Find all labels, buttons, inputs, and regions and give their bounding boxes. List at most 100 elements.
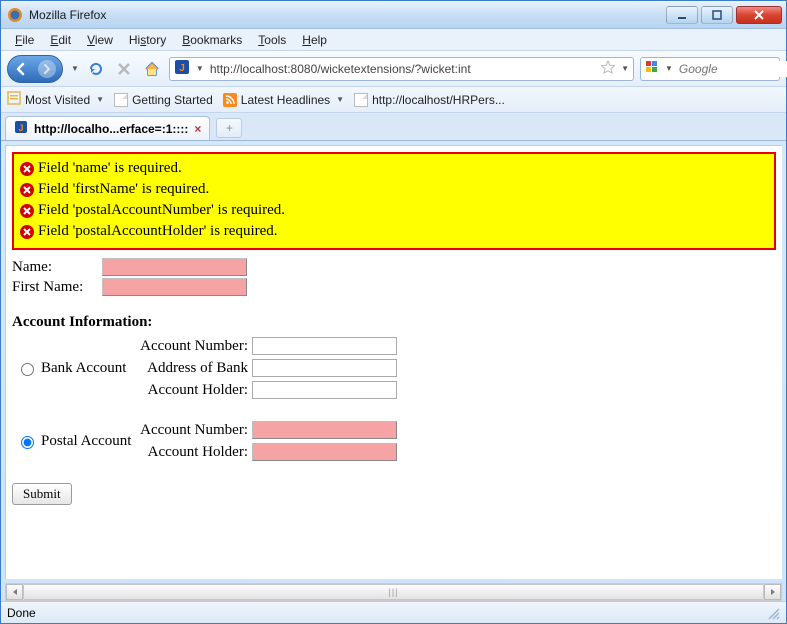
search-bar[interactable]: ▼ <box>640 57 780 81</box>
bank-account-group: Bank Account Account Number: Address of … <box>12 337 776 399</box>
bank-address-field[interactable] <box>252 359 397 377</box>
menu-help[interactable]: Help <box>296 31 333 49</box>
stop-button[interactable] <box>113 58 135 80</box>
bookmark-star-icon[interactable] <box>601 60 615 77</box>
tab-close-icon[interactable]: × <box>194 122 201 136</box>
nav-toolbar: ▼ J ▼ ▼ ▼ <box>1 51 786 87</box>
search-engine-dropdown[interactable]: ▼ <box>665 64 673 73</box>
error-text: Field 'postalAccountNumber' is required. <box>38 200 285 221</box>
status-text: Done <box>7 606 36 620</box>
bookmark-label: Getting Started <box>132 93 213 107</box>
firstname-label: First Name: <box>12 279 102 296</box>
forward-button[interactable] <box>38 60 56 78</box>
bookmark-label: http://localhost/HRPers... <box>372 93 505 107</box>
error-item: Field 'name' is required. <box>20 158 768 179</box>
postal-account-group: Postal Account Account Number: Account H… <box>12 421 776 461</box>
menu-history[interactable]: History <box>123 31 172 49</box>
url-history-dropdown[interactable]: ▼ <box>621 64 629 73</box>
account-info-header: Account Information: <box>12 314 776 331</box>
bookmarks-toolbar: Most Visited ▼ Getting Started Latest He… <box>1 87 786 113</box>
most-visited-icon <box>7 91 21 108</box>
reload-button[interactable] <box>85 58 107 80</box>
postal-account-number-label: Account Number: <box>132 422 252 439</box>
browser-window: Mozilla Firefox File Edit View History B… <box>0 0 787 624</box>
menu-file[interactable]: File <box>9 31 40 49</box>
chevron-down-icon: ▼ <box>96 95 104 104</box>
tab-title: http://localho...erface=:1:::: <box>34 122 188 136</box>
error-icon <box>20 204 34 218</box>
menubar: File Edit View History Bookmarks Tools H… <box>1 29 786 51</box>
postal-account-radio-label: Postal Account <box>41 433 131 450</box>
error-item: Field 'firstName' is required. <box>20 179 768 200</box>
scroll-left-button[interactable] <box>6 584 23 600</box>
tab-favicon: J <box>14 120 28 137</box>
menu-bookmarks[interactable]: Bookmarks <box>176 31 248 49</box>
error-panel: Field 'name' is required.Field 'firstNam… <box>12 152 776 250</box>
nav-history-dropdown[interactable]: ▼ <box>71 64 79 73</box>
bookmark-label: Latest Headlines <box>241 93 330 107</box>
search-engine-icon[interactable] <box>645 60 659 77</box>
error-icon <box>20 162 34 176</box>
window-buttons <box>666 6 782 24</box>
statusbar: Done <box>1 601 786 623</box>
rss-icon <box>223 93 237 107</box>
svg-text:J: J <box>179 63 185 74</box>
scroll-thumb[interactable]: ||| <box>23 584 764 600</box>
back-button[interactable] <box>14 62 28 76</box>
svg-text:J: J <box>18 123 23 133</box>
minimize-button[interactable] <box>666 6 698 24</box>
bookmark-hrpersdb[interactable]: http://localhost/HRPers... <box>354 93 505 107</box>
bank-account-radio[interactable] <box>21 363 34 376</box>
menu-tools[interactable]: Tools <box>252 31 292 49</box>
postal-holder-label: Account Holder: <box>132 444 252 461</box>
error-text: Field 'firstName' is required. <box>38 179 209 200</box>
window-title: Mozilla Firefox <box>29 8 666 22</box>
url-input[interactable] <box>208 61 597 77</box>
bank-holder-field[interactable] <box>252 381 397 399</box>
name-field[interactable] <box>102 258 247 276</box>
error-icon <box>20 225 34 239</box>
home-button[interactable] <box>141 58 163 80</box>
firefox-icon <box>7 7 23 23</box>
bookmark-latest-headlines[interactable]: Latest Headlines ▼ <box>223 93 344 107</box>
bookmark-most-visited[interactable]: Most Visited ▼ <box>7 91 104 108</box>
page-icon <box>354 93 368 107</box>
page-icon <box>114 93 128 107</box>
new-tab-button[interactable]: + <box>216 118 242 138</box>
bank-account-number-label: Account Number: <box>132 338 252 355</box>
site-identity-icon[interactable]: J <box>174 59 190 78</box>
search-input[interactable] <box>677 61 787 77</box>
error-item: Field 'postalAccountNumber' is required. <box>20 200 768 221</box>
bank-account-radio-label: Bank Account <box>41 360 126 377</box>
nav-back-forward <box>7 55 63 83</box>
site-identity-dropdown[interactable]: ▼ <box>196 64 204 73</box>
maximize-button[interactable] <box>701 6 733 24</box>
scroll-track[interactable]: ||| <box>23 584 764 600</box>
postal-account-radio[interactable] <box>21 436 34 449</box>
submit-button[interactable]: Submit <box>12 483 72 505</box>
error-text: Field 'postalAccountHolder' is required. <box>38 221 278 242</box>
postal-holder-field[interactable] <box>252 443 397 461</box>
close-button[interactable] <box>736 6 782 24</box>
tabbar: J http://localho...erface=:1:::: × + <box>1 113 786 141</box>
error-icon <box>20 183 34 197</box>
chevron-down-icon: ▼ <box>336 95 344 104</box>
horizontal-scrollbar[interactable]: ||| <box>5 583 782 601</box>
postal-account-number-field[interactable] <box>252 421 397 439</box>
error-text: Field 'name' is required. <box>38 158 182 179</box>
page-content: Field 'name' is required.Field 'firstNam… <box>5 145 782 579</box>
tab-active[interactable]: J http://localho...erface=:1:::: × <box>5 116 210 140</box>
menu-edit[interactable]: Edit <box>44 31 77 49</box>
resize-grip-icon[interactable] <box>766 606 780 620</box>
scroll-right-button[interactable] <box>764 584 781 600</box>
bank-holder-label: Account Holder: <box>132 382 252 399</box>
firstname-field[interactable] <box>102 278 247 296</box>
error-item: Field 'postalAccountHolder' is required. <box>20 221 768 242</box>
bookmark-getting-started[interactable]: Getting Started <box>114 93 213 107</box>
menu-view[interactable]: View <box>81 31 119 49</box>
bookmark-label: Most Visited <box>25 93 90 107</box>
bank-account-number-field[interactable] <box>252 337 397 355</box>
titlebar: Mozilla Firefox <box>1 1 786 29</box>
name-label: Name: <box>12 259 102 276</box>
url-bar[interactable]: J ▼ ▼ <box>169 57 634 81</box>
